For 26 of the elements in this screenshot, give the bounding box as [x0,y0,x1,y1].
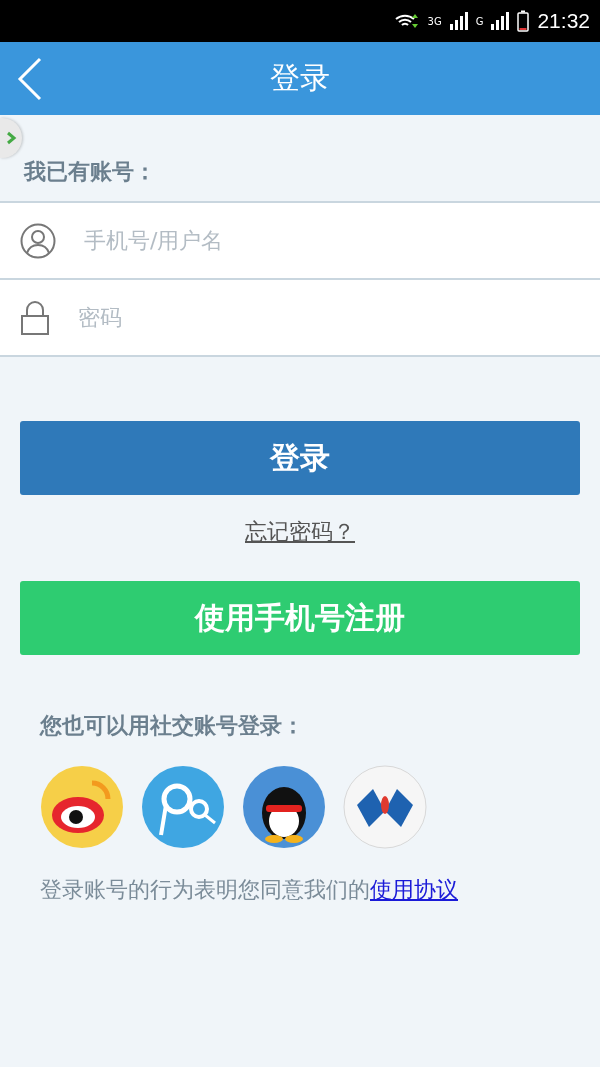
social-login-label: 您也可以用社交账号登录： [40,712,304,740]
login-button[interactable]: 登录 [20,421,580,495]
network-label: 3G [427,15,442,27]
forgot-password-link[interactable]: 忘记密码？ [245,517,355,547]
section-label: 我已有账号： [24,159,156,184]
social-login-button[interactable] [40,765,124,849]
text-input[interactable]: 手机号/用户名 [82,214,600,267]
side-tab[interactable] [0,118,22,158]
bird-icon [242,765,326,849]
page-title: 登录 [270,59,330,97]
terms-text: 登录账号的行为表明您同意我们的使用协议 [40,876,458,904]
user-icon [20,222,56,259]
terms-link[interactable]: 使用协议 [370,877,458,902]
input-field[interactable]: 手机号/用户名 [0,201,600,278]
signal-icon [449,12,468,30]
battery-icon [517,10,530,32]
signal-icon [491,12,510,30]
social-login-button[interactable] [242,765,326,849]
eye-icon [40,765,124,849]
input-field[interactable]: 密码 [0,278,600,357]
lock-icon [20,299,50,336]
wifi-icon [393,12,420,30]
chevron-icon [6,131,18,145]
text-input[interactable]: 密码 [76,291,600,344]
network-label: G [475,15,484,27]
clock-time: 21:32 [537,9,590,33]
